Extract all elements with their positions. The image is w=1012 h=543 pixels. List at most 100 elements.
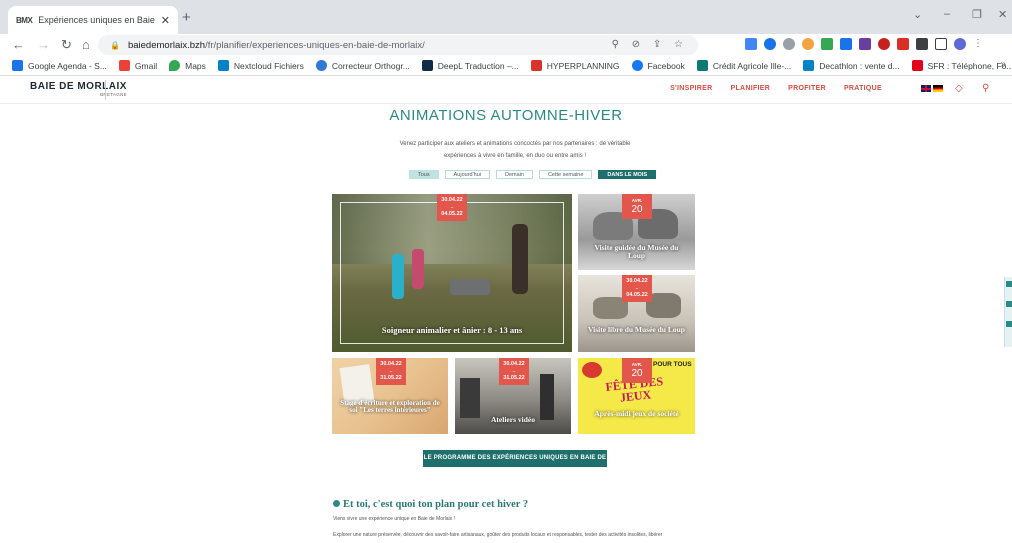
audience-tag: POUR TOUS (653, 361, 692, 368)
close-window-icon[interactable]: ✕ (998, 8, 1007, 21)
decathlon-icon (803, 60, 815, 71)
section-subtitle: Et toi, c'est quoi ton plan pour cet hiv… (333, 499, 528, 510)
sidebar-icon[interactable] (935, 38, 947, 50)
card-frame (340, 202, 564, 344)
bookmark-sfr[interactable]: SFR : Téléphone, Fo... (911, 60, 1012, 71)
tab-title: Expériences uniques en Baie de M (38, 15, 157, 25)
date-badge: AVR. 20 (622, 358, 652, 383)
filter-demain[interactable]: Demain (495, 170, 533, 179)
pdf-extension-icon[interactable] (897, 38, 909, 50)
menu-sinspirer[interactable]: S'INSPIRER (670, 85, 712, 92)
paragraph: Viens vivre une expérience unique en Bai… (333, 516, 455, 522)
bookmark-deepl[interactable]: DeepL Traduction –... (421, 60, 519, 71)
widget-icon (1006, 281, 1012, 287)
bookmark-correcteur[interactable]: Correcteur Orthogr... (315, 60, 410, 71)
extension-icon[interactable] (859, 38, 871, 50)
date-badge: AVR. 20 (622, 194, 652, 219)
event-card[interactable]: 30.04.22–31.05.22 Ateliers vidéo (455, 358, 571, 434)
bookmark-credit-agricole[interactable]: Crédit Agricole Ille-... (696, 60, 791, 71)
photo-person (460, 378, 480, 418)
side-widget-tab[interactable] (1004, 277, 1012, 347)
site-favicon: BMX (16, 15, 33, 25)
lock-icon: 🔒 (110, 40, 120, 50)
restore-icon[interactable]: ❐ (972, 8, 982, 21)
bookmarks-bar: Google Agenda - S... Gmail Maps Nextclou… (0, 56, 1012, 76)
credit-agricole-icon (696, 60, 708, 71)
url-path: /fr/planifier/experiences-uniques-en-bai… (205, 39, 425, 51)
date-badge: 30.04.22–31.05.22 (499, 358, 529, 385)
card-title: Visite guidée du Musée du Loup (594, 243, 679, 260)
widget-icon (1006, 301, 1012, 307)
bookmark-hyperplanning[interactable]: HYPERPLANNING (530, 60, 620, 71)
site-header: BAIE DE MORLAIX BRETAGNE S'INSPIRER PLAN… (0, 76, 1012, 104)
deepl-icon (421, 60, 433, 71)
extension-icon[interactable] (764, 38, 776, 50)
bookmark-gmail[interactable]: Gmail (118, 60, 157, 71)
language-switcher[interactable] (921, 85, 943, 92)
omnibox-actions[interactable]: ⚲ ⊘ ⇪ ☆ (612, 39, 688, 50)
tab-search-icon[interactable]: ⌄ (913, 8, 922, 21)
filter-dans-le-mois[interactable]: DANS LE MOIS (598, 170, 657, 179)
widget-icon (1006, 321, 1012, 327)
menu-profiter[interactable]: PROFITER (788, 85, 826, 92)
extension-icon[interactable] (878, 38, 890, 50)
profile-avatar[interactable] (954, 38, 966, 50)
new-tab-icon[interactable]: + (182, 9, 191, 26)
home-icon[interactable]: ⌂ (82, 37, 90, 52)
event-card[interactable]: FÊTE DES JEUX AVR. 20 POUR TOUS Après-mid… (578, 358, 695, 434)
page-intro: Venez participer aux ateliers et animati… (399, 141, 631, 159)
bookmark-google-agenda[interactable]: Google Agenda - S... (12, 60, 107, 71)
filter-aujourdhui[interactable]: Aujourd'hui (444, 170, 490, 179)
browser-tabstrip: BMX Expériences uniques en Baie de M ✕ +… (0, 0, 1012, 34)
gmail-icon (118, 60, 130, 71)
card-title: Après-midi jeux de société (594, 409, 679, 418)
card-title: Ateliers vidéo (491, 415, 535, 424)
filter-tous[interactable]: Tous (409, 170, 439, 179)
menu-dots-icon[interactable]: ⋮ (973, 38, 983, 50)
site-logo[interactable]: BAIE DE MORLAIX BRETAGNE (30, 81, 127, 97)
calendar-icon (12, 60, 23, 71)
main-menu: S'INSPIRER PLANIFIER PROFITER PRATIQUE (670, 85, 882, 92)
bookmark-nextcloud[interactable]: Nextcloud Fichiers (217, 60, 304, 71)
event-card[interactable]: AVR. 20 Visite guidée du Musée du Loup (578, 194, 695, 270)
translate-extension-icon[interactable] (745, 38, 757, 50)
puzzle-icon[interactable] (916, 38, 928, 50)
photo-dice (582, 362, 602, 378)
bookmark-maps[interactable]: Maps (169, 60, 206, 71)
card-title: Soigneur animalier et ânier : 8 - 13 ans (381, 325, 523, 335)
photo-person (540, 374, 554, 420)
menu-pratique[interactable]: PRATIQUE (844, 85, 882, 92)
bookmark-facebook[interactable]: Facebook (631, 60, 685, 71)
event-card[interactable]: 30.04.22–04.05.22 Soigneur animalier et … (332, 194, 572, 352)
de-flag-icon[interactable] (933, 85, 943, 92)
forward-icon[interactable]: → (37, 37, 50, 52)
date-filters: Tous Aujourd'hui Demain Cette semaine DA… (409, 170, 657, 179)
event-card[interactable]: 30.04.22–04.05.22 Visite libre du Musée … (578, 275, 695, 352)
bookmarks-overflow-icon[interactable]: » (1000, 59, 1006, 70)
address-bar[interactable]: 🔒 baiedemorlaix.bzh/fr/planifier/experie… (98, 35, 698, 55)
extension-icon[interactable] (802, 38, 814, 50)
extension-icon[interactable] (821, 38, 833, 50)
bookmark-decathlon[interactable]: Decathlon : vente d... (803, 60, 900, 71)
bullet-icon (333, 500, 340, 507)
programme-button[interactable]: LE PROGRAMME DES EXPÉRIENCES UNIQUES EN … (423, 450, 607, 478)
uk-flag-icon[interactable] (921, 85, 931, 92)
facebook-icon (631, 60, 643, 71)
date-badge: 30.04.22–04.05.22 (622, 275, 652, 302)
event-card[interactable]: 30.04.22–31.05.22 Stage d'écriture et ex… (332, 358, 448, 434)
menu-planifier[interactable]: PLANIFIER (730, 85, 770, 92)
extension-icon[interactable] (783, 38, 795, 50)
minimize-icon[interactable]: – (944, 8, 950, 20)
filter-cette-semaine[interactable]: Cette semaine (538, 170, 593, 179)
search-icon[interactable]: ⚲ (982, 83, 989, 94)
correcteur-icon (315, 60, 327, 71)
close-tab-icon[interactable]: ✕ (161, 14, 170, 27)
back-icon[interactable]: ← (12, 37, 25, 52)
browser-tab-active[interactable]: BMX Expériences uniques en Baie de M ✕ (8, 6, 178, 34)
sfr-icon (911, 60, 923, 71)
tag-icon[interactable]: ◇ (955, 83, 963, 94)
reload-icon[interactable]: ↻ (61, 37, 72, 53)
extension-icon[interactable] (840, 38, 852, 50)
date-badge: 30.04.22–04.05.22 (437, 194, 467, 221)
maps-icon (169, 60, 181, 71)
